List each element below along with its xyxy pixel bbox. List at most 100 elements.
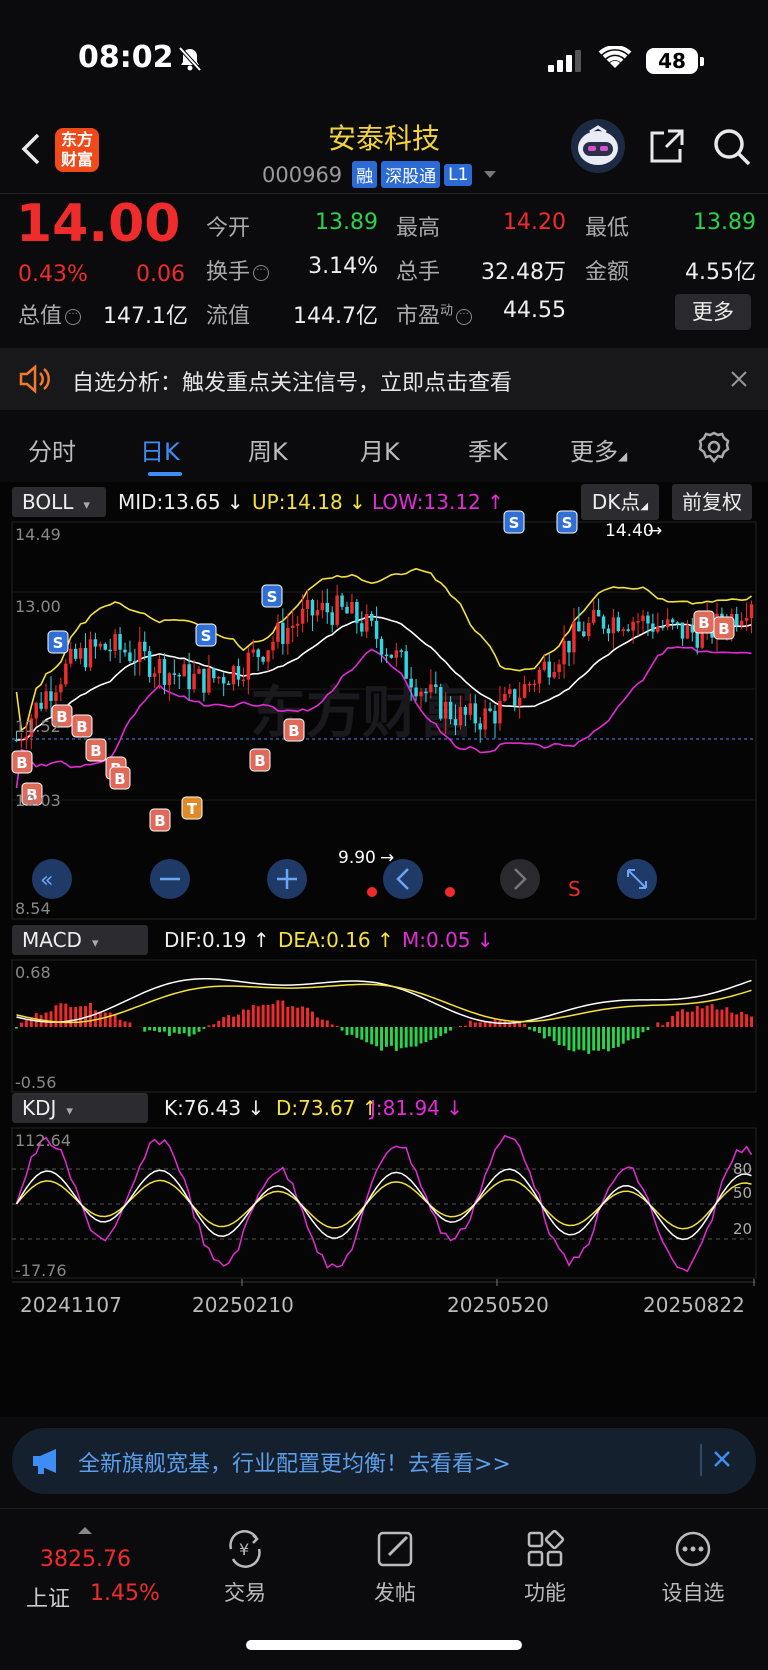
tab-monthly[interactable]: 月K [360, 432, 400, 467]
kdj-y-bottom: -17.76 [15, 1261, 67, 1280]
tab-more[interactable]: 更多◢ [570, 432, 627, 467]
candle-body [226, 683, 231, 685]
signal-badge-b: B [71, 714, 93, 738]
candle-body [143, 641, 147, 652]
candle-body [300, 608, 305, 624]
gear-icon[interactable] [697, 430, 731, 468]
candle-body [44, 691, 48, 709]
candle-body [202, 668, 206, 693]
candle-body [665, 619, 670, 628]
signal-badge-b: B [11, 750, 33, 774]
candle-body [591, 610, 596, 623]
candle-body [157, 659, 162, 674]
candle-body [19, 739, 24, 742]
candle-body [69, 648, 73, 664]
signal-badge-s: S [195, 623, 217, 647]
info-icon: ··· [456, 309, 473, 325]
signal-badge-b: B [149, 808, 171, 832]
tab-weekly[interactable]: 周K [248, 432, 288, 467]
candle-body [739, 620, 744, 626]
more-button[interactable]: 更多 [675, 294, 751, 330]
svg-text:S: S [201, 627, 212, 645]
pe-label[interactable]: 市盈动 ··· [396, 298, 473, 330]
candle-body [601, 616, 606, 629]
kdj-panel-frame [11, 1127, 757, 1279]
kdj-k: K:76.43 ↓ [164, 1096, 265, 1120]
index-price[interactable]: 3825.76 [40, 1547, 131, 1572]
macd-indicator-select[interactable]: MACD [12, 925, 148, 955]
kline-chart-area[interactable]: BOLL MID:13.65 ↓ UP:14.18 ↓ LOW:13.12 ↑ … [0, 482, 768, 1417]
candle-body [217, 677, 221, 679]
red-dot [367, 887, 377, 897]
nav-functions[interactable]: 功能 [500, 1529, 590, 1607]
candle-body [611, 617, 616, 634]
float-cap-label: 流值 [206, 304, 251, 329]
macd-dea: DEA:0.16 ↑ [278, 928, 394, 952]
candle-body [532, 683, 537, 686]
amount-label: 金额 [585, 260, 630, 285]
turnover-label[interactable]: 换手 ··· [206, 254, 270, 286]
candle-body [305, 599, 310, 609]
candle-body [399, 650, 403, 652]
candle-body [463, 706, 468, 715]
volume-label: 总手 [396, 260, 441, 285]
more-circle-icon [675, 1531, 711, 1567]
caret-up-icon[interactable] [78, 1527, 92, 1534]
candle-body [419, 691, 423, 697]
active-tab-indicator [148, 472, 182, 476]
candle-body [443, 701, 448, 719]
close-icon[interactable] [730, 370, 748, 392]
svg-text:B: B [718, 620, 729, 638]
candle-body [83, 648, 88, 668]
candle-body [24, 736, 29, 740]
share-icon[interactable] [648, 127, 686, 169]
tab-quarterly[interactable]: 季K [468, 432, 508, 467]
cellular-signal-icon [548, 50, 584, 76]
svg-text:B: B [16, 754, 27, 772]
kdj-label-50: 50 [733, 1184, 752, 1202]
candle-body [596, 610, 601, 617]
search-icon[interactable] [712, 127, 752, 171]
market-cap-value: 147.1亿 [103, 304, 188, 329]
nav-post[interactable]: 发帖 [350, 1529, 440, 1607]
promo-banner[interactable]: 全新旗舰宽基，行业配置更均衡！去看看>> [12, 1428, 756, 1494]
kdj-indicator-select[interactable]: KDJ [12, 1093, 148, 1123]
nav-add-watchlist[interactable]: 设自选 [648, 1529, 738, 1607]
current-price: 14.00 [16, 194, 181, 254]
candle-body [468, 703, 473, 715]
candle-body [562, 640, 566, 665]
candle-body [448, 701, 453, 720]
high-value: 14.20 [503, 210, 566, 235]
svg-text:S: S [562, 514, 573, 532]
chevron-down-icon [484, 171, 497, 178]
turnover-value: 3.14% [308, 254, 378, 279]
svg-text:¥: ¥ [239, 1540, 249, 1559]
candle-body [108, 649, 112, 652]
stock-code-row[interactable]: 000969 融 深股通 L1 [262, 161, 497, 188]
change-amount: 0.06 [136, 262, 185, 287]
low-value: 13.89 [693, 210, 756, 235]
candle-body [685, 625, 690, 639]
grid-icon [527, 1529, 565, 1567]
candle-body [389, 654, 394, 658]
notice-bar[interactable]: 自选分析：触发重点关注信号，立即点击查看 [0, 348, 768, 410]
candle-body [384, 654, 389, 657]
ai-assistant-icon[interactable] [570, 118, 626, 178]
close-icon[interactable] [712, 1449, 732, 1473]
candle-body [744, 618, 749, 621]
nav-trade[interactable]: ¥ 交易 [200, 1529, 290, 1607]
candle-body [236, 666, 241, 680]
candle-body [286, 627, 290, 644]
home-indicator[interactable] [246, 1640, 522, 1650]
info-icon: ··· [65, 309, 82, 325]
candle-body [315, 610, 320, 616]
date-label-3: 20250520 [447, 1293, 549, 1317]
high-mark: 14.40 [605, 521, 654, 541]
market-cap-label[interactable]: 总值 ··· [18, 298, 82, 330]
banner-separator [700, 1444, 702, 1476]
tab-daily[interactable]: 日K [140, 432, 180, 467]
candle-body [64, 663, 68, 685]
signal-badge-s: S [261, 584, 283, 608]
tab-intraday[interactable]: 分时 [28, 432, 76, 467]
candle-body [503, 693, 507, 701]
